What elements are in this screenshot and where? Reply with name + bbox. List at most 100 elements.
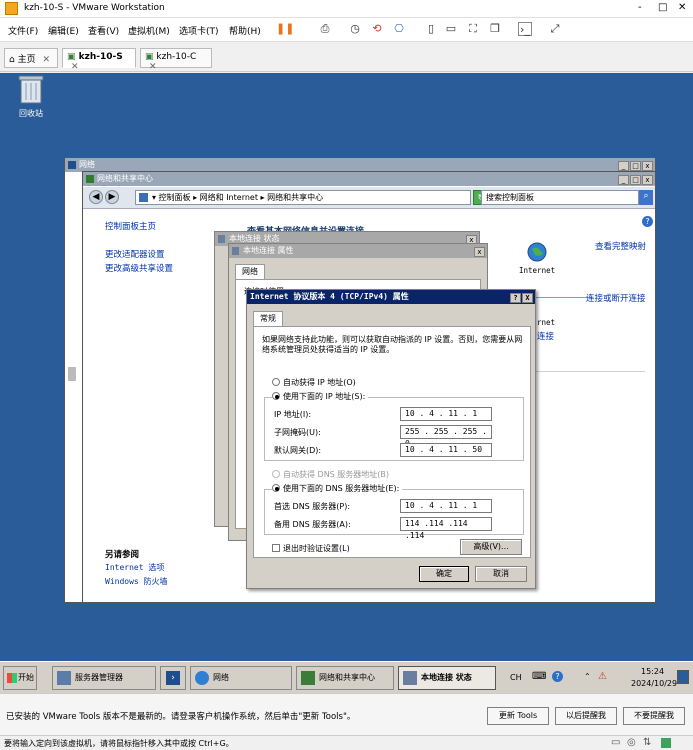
back-icon[interactable]: ◀ xyxy=(89,190,103,204)
full-map-link[interactable]: 查看完整映射 xyxy=(595,240,646,252)
help-button[interactable]: ? xyxy=(510,293,521,303)
ipv4-dialog-titlebar[interactable]: Internet 协议版本 4 (TCP/IPv4) 属性 ? X xyxy=(247,290,535,304)
unity-icon[interactable]: ❐ xyxy=(488,22,502,36)
internet-options-link[interactable]: Internet 选项 xyxy=(105,562,164,573)
taskbar-item-network[interactable]: 网络 xyxy=(190,666,292,690)
preferred-dns-field[interactable]: 10 . 4 . 11 . 1 xyxy=(400,499,492,513)
menu-help[interactable]: 帮助(H) xyxy=(229,24,261,37)
ip-address-field[interactable]: 10 . 4 . 11 . 1 xyxy=(400,407,492,421)
radio-icon xyxy=(272,378,280,386)
tab-kzh-10-s[interactable]: ▣ kzh-10-S ✕ xyxy=(62,48,136,72)
minimize-button[interactable]: _ xyxy=(618,161,629,171)
hdd-icon[interactable]: ▭ xyxy=(611,737,620,748)
radio-icon xyxy=(272,470,280,478)
sidebar-item-adapter[interactable]: 更改适配器设置 xyxy=(105,248,165,260)
close-icon[interactable]: ✕ xyxy=(71,62,79,72)
dont-remind-button[interactable]: 不要提醒我 xyxy=(623,707,685,725)
taskbar-item-label: 服务器管理器 xyxy=(75,673,123,682)
tab-network[interactable]: 网络 xyxy=(235,264,265,279)
close-button[interactable]: ✕ xyxy=(678,2,686,13)
close-button[interactable]: X xyxy=(522,293,533,303)
tab-home[interactable]: ⌂ 主页 ✕ xyxy=(4,48,58,68)
keyboard-icon[interactable]: ⌨ xyxy=(532,671,546,682)
send-keys-icon[interactable]: ⎙ xyxy=(318,22,332,36)
menu-tabs[interactable]: 选项卡(T) xyxy=(179,24,219,37)
close-button[interactable]: x xyxy=(642,175,653,185)
manual-ip-radio[interactable]: 使用下面的 IP 地址(S): xyxy=(272,391,369,402)
remind-later-button[interactable]: 以后提醒我 xyxy=(555,707,617,725)
revert-snapshot-icon[interactable]: ⟲ xyxy=(370,22,384,36)
ok-button[interactable]: 确定 xyxy=(419,566,469,582)
menu-vm[interactable]: 虚拟机(M) xyxy=(128,24,170,37)
partial-connect-link[interactable]: 连接 xyxy=(537,330,554,342)
sidebar-item-advanced-sharing[interactable]: 更改高级共享设置 xyxy=(105,262,173,274)
display-icon[interactable] xyxy=(661,738,671,748)
cancel-button[interactable]: 取消 xyxy=(475,566,527,582)
network-window-title: 网络 xyxy=(79,160,95,169)
minimize-button[interactable]: - xyxy=(638,2,642,13)
manual-dns-radio[interactable]: 使用下面的 DNS 服务器地址(E): xyxy=(272,483,403,494)
close-icon[interactable]: ✕ xyxy=(42,55,50,65)
advanced-button[interactable]: 高级(V)... xyxy=(460,539,522,555)
chevron-up-icon[interactable]: ⌃ xyxy=(584,672,591,681)
help-icon[interactable]: ? xyxy=(642,216,653,227)
connection-icon xyxy=(403,671,417,685)
fullscreen-icon[interactable]: ⛶ xyxy=(466,22,480,36)
cd-icon[interactable]: ◎ xyxy=(627,737,636,748)
taskbar-item-local-connection[interactable]: 本地连接 状态 xyxy=(398,666,496,690)
guest-desktop[interactable]: 回收站 网络 _ □ x 网络和共享中心 _ □ x ◀ ▶ ▾ 控制面板 ▸ 网络和 … xyxy=(0,73,693,661)
network-icon xyxy=(68,161,76,169)
alternate-dns-label: 备用 DNS 服务器(A): xyxy=(274,520,351,529)
auto-dns-radio[interactable]: 自动获得 DNS 服务器地址(B) xyxy=(272,469,389,480)
close-button[interactable]: x xyxy=(474,247,485,257)
forward-icon[interactable]: ▶ xyxy=(105,190,119,204)
language-indicator[interactable]: CH xyxy=(510,673,522,682)
sharing-center-titlebar[interactable]: 网络和共享中心 _ □ x xyxy=(83,172,655,186)
update-tools-button[interactable]: 更新 Tools xyxy=(487,707,549,725)
tab-general[interactable]: 常规 xyxy=(253,311,283,326)
connect-disconnect-link[interactable]: 连接或断开连接 xyxy=(586,292,646,304)
firewall-link[interactable]: Windows 防火墙 xyxy=(105,576,168,587)
search-input[interactable]: 搜索控制面板 xyxy=(481,190,639,205)
taskbar-item-server-manager[interactable]: 服务器管理器 xyxy=(52,666,156,690)
gateway-field[interactable]: 10 . 4 . 11 . 50 xyxy=(400,443,492,457)
maximize-button[interactable]: □ xyxy=(630,175,641,185)
network-adapter-icon[interactable]: ⇅ xyxy=(643,737,651,748)
snapshot-manager-icon[interactable]: ⎔ xyxy=(392,22,406,36)
pause-icon[interactable]: ❚❚ xyxy=(276,22,294,36)
maximize-button[interactable]: □ xyxy=(658,2,667,13)
tab-kzh-10-c[interactable]: ▣ kzh-10-C ✕ xyxy=(140,48,212,72)
network-window-titlebar[interactable]: 网络 _ □ x xyxy=(65,158,655,172)
breadcrumb[interactable]: ▾ 控制面板 ▸ 网络和 Internet ▸ 网络和共享中心 xyxy=(135,190,471,205)
properties-dialog-titlebar[interactable]: 本地连接 属性 x xyxy=(229,244,487,258)
console-view-icon[interactable]: ▭ xyxy=(444,22,458,36)
taskbar-item-powershell[interactable]: › xyxy=(160,666,186,690)
sharing-center-icon xyxy=(86,175,94,183)
alternate-dns-field[interactable]: 114 .114 .114 .114 xyxy=(400,517,492,540)
menu-file[interactable]: 文件(F) xyxy=(8,24,38,37)
close-icon[interactable]: ✕ xyxy=(149,62,157,72)
vmware-tools-notification: 已安装的 VMware Tools 版本不是最新的。请登录客户机操作系统，然后单… xyxy=(0,693,693,735)
maximize-button[interactable]: □ xyxy=(630,161,641,171)
subnet-mask-field[interactable]: 255 . 255 . 255 . 0 xyxy=(400,425,492,448)
start-button[interactable]: 开始 xyxy=(3,666,37,690)
menu-view[interactable]: 查看(V) xyxy=(88,24,119,37)
help-icon[interactable]: ? xyxy=(552,671,563,682)
minimize-button[interactable]: _ xyxy=(618,175,629,185)
terminal-icon[interactable]: ›_ xyxy=(518,22,532,36)
auto-ip-radio[interactable]: 自动获得 IP 地址(O) xyxy=(272,377,356,388)
menu-edit[interactable]: 编辑(E) xyxy=(48,24,79,37)
address-bar-row: ◀ ▶ ▾ 控制面板 ▸ 网络和 Internet ▸ 网络和共享中心 ↻ 搜索… xyxy=(83,187,655,209)
recycle-bin[interactable]: 回收站 xyxy=(14,73,48,119)
sidebar-item-home[interactable]: 控制面板主页 xyxy=(105,220,156,232)
validate-checkbox[interactable]: 退出时验证设置(L) xyxy=(272,543,350,554)
snapshot-icon[interactable]: ◷ xyxy=(348,22,362,36)
sidebar-view-icon[interactable]: ▯ xyxy=(424,22,438,36)
network-tray-icon[interactable]: ⚠ xyxy=(598,671,607,682)
search-icon[interactable]: ⌕ xyxy=(639,190,653,205)
close-button[interactable]: x xyxy=(642,161,653,171)
taskbar-item-sharing-center[interactable]: 网络和共享中心 xyxy=(296,666,394,690)
connection-icon xyxy=(218,235,225,243)
show-desktop-button[interactable] xyxy=(677,670,689,684)
stretch-icon[interactable]: ⤢ xyxy=(548,22,562,36)
